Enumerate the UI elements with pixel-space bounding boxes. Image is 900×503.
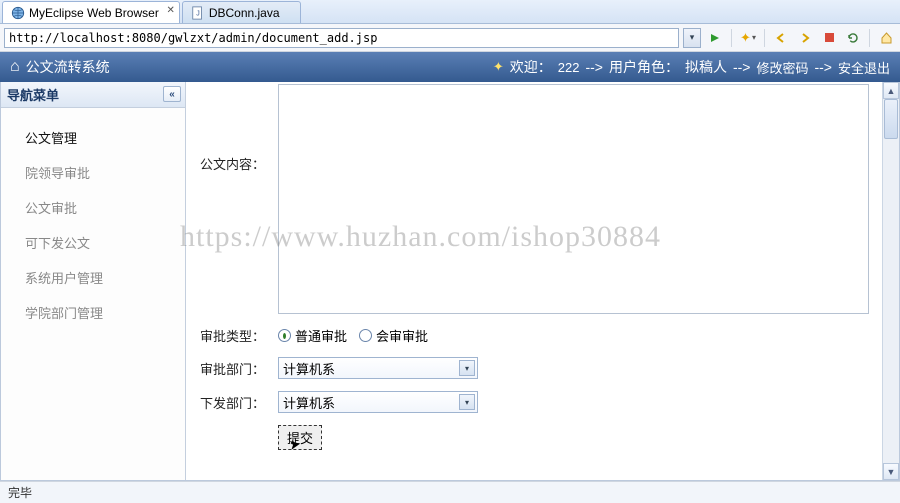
radio-dot-icon bbox=[359, 329, 372, 342]
forward-icon[interactable] bbox=[795, 28, 815, 48]
sidebar-items: 公文管理 院领导审批 公文审批 可下发公文 系统用户管理 学院部门管理 bbox=[1, 108, 185, 330]
radio-joint-approval[interactable]: 会审审批 bbox=[359, 326, 428, 345]
label-approval-type: 审批类型： bbox=[196, 326, 266, 345]
main-area: 导航菜单 « 公文管理 院领导审批 公文审批 可下发公文 系统用户管理 学院部门… bbox=[0, 82, 900, 481]
arrow-sep: --> bbox=[733, 59, 751, 75]
welcome-prefix: 欢迎： bbox=[510, 57, 552, 77]
sidebar-item-doc-approve[interactable]: 公文审批 bbox=[25, 190, 185, 225]
toolbar-separator bbox=[731, 29, 732, 47]
close-icon[interactable]: ✕ bbox=[166, 5, 174, 16]
tab-browser-label: MyEclipse Web Browser bbox=[29, 6, 159, 20]
select-approval-dept-value: 计算机系 bbox=[283, 359, 335, 378]
label-approval-dept: 审批部门： bbox=[196, 359, 266, 378]
home-icon[interactable] bbox=[876, 28, 896, 48]
tab-browser[interactable]: MyEclipse Web Browser ✕ bbox=[2, 1, 180, 23]
label-doc-content: 公文内容： bbox=[196, 84, 266, 173]
go-icon[interactable] bbox=[705, 28, 725, 48]
doc-content-textarea[interactable] bbox=[278, 84, 869, 314]
link-logout[interactable]: 安全退出 bbox=[838, 58, 890, 77]
scroll-up-icon[interactable]: ▲ bbox=[883, 82, 899, 99]
cursor-icon: ➤ bbox=[288, 435, 303, 454]
address-bar[interactable] bbox=[4, 28, 679, 48]
tab-dbconn-label: DBConn.java bbox=[209, 6, 280, 20]
sidebar-item-dept-manage[interactable]: 学院部门管理 bbox=[25, 295, 185, 330]
radio-normal-approval[interactable]: 普通审批 bbox=[278, 326, 347, 345]
radio-joint-approval-label: 会审审批 bbox=[376, 326, 428, 345]
select-approval-dept[interactable]: 计算机系 ▾ bbox=[278, 357, 478, 379]
sidebar-item-dean-approve[interactable]: 院领导审批 bbox=[25, 155, 185, 190]
sidebar-item-user-manage[interactable]: 系统用户管理 bbox=[25, 260, 185, 295]
chevron-down-icon: ▾ bbox=[459, 360, 475, 376]
radio-normal-approval-label: 普通审批 bbox=[295, 326, 347, 345]
vertical-scrollbar[interactable]: ▲ ▼ bbox=[882, 82, 899, 480]
form-panel: 公文内容： 审批类型： 普通审批 会审审批 审批部门： 计算机系 ▾ 下发部门： bbox=[186, 82, 899, 480]
svg-text:J: J bbox=[196, 10, 200, 17]
address-dropdown[interactable]: ▾ bbox=[683, 28, 701, 48]
sidebar-header: 导航菜单 « bbox=[1, 82, 185, 108]
select-issue-dept-value: 计算机系 bbox=[283, 393, 335, 412]
sidebar-collapse-button[interactable]: « bbox=[163, 86, 181, 102]
radio-dot-icon bbox=[278, 329, 291, 342]
arrow-sep: --> bbox=[814, 59, 832, 75]
status-text: 完毕 bbox=[8, 484, 32, 501]
sidebar-item-issuable-docs[interactable]: 可下发公文 bbox=[25, 225, 185, 260]
sidebar-title: 导航菜单 bbox=[7, 85, 59, 104]
favorites-icon[interactable]: ✦▾ bbox=[738, 28, 758, 48]
stop-icon[interactable] bbox=[819, 28, 839, 48]
java-file-icon: J bbox=[191, 6, 205, 20]
status-bar: 完毕 bbox=[0, 481, 900, 503]
chevron-down-icon: ▾ bbox=[459, 394, 475, 410]
browser-toolbar: ▾ ✦▾ bbox=[0, 24, 900, 52]
refresh-icon[interactable] bbox=[843, 28, 863, 48]
role-label: 用户角色： bbox=[609, 57, 679, 77]
submit-button[interactable]: 提交 ➤ bbox=[278, 425, 322, 450]
editor-tabstrip: MyEclipse Web Browser ✕ J DBConn.java bbox=[0, 0, 900, 24]
running-icon: ✦ bbox=[493, 59, 504, 75]
arrow-sep: --> bbox=[585, 59, 603, 75]
sidebar: 导航菜单 « 公文管理 院领导审批 公文审批 可下发公文 系统用户管理 学院部门… bbox=[1, 82, 186, 480]
tab-dbconn[interactable]: J DBConn.java bbox=[182, 1, 301, 23]
role-value: 拟稿人 bbox=[685, 57, 727, 77]
sidebar-item-doc-manage[interactable]: 公文管理 bbox=[25, 120, 185, 155]
label-issue-dept: 下发部门： bbox=[196, 393, 266, 412]
globe-icon bbox=[11, 6, 25, 20]
scroll-down-icon[interactable]: ▼ bbox=[883, 463, 899, 480]
scroll-thumb[interactable] bbox=[884, 99, 898, 139]
toolbar-separator bbox=[764, 29, 765, 47]
toolbar-separator bbox=[869, 29, 870, 47]
select-issue-dept[interactable]: 计算机系 ▾ bbox=[278, 391, 478, 413]
welcome-user: 222 bbox=[558, 60, 580, 75]
home-glyph-icon: ⌂ bbox=[10, 58, 20, 76]
link-change-password[interactable]: 修改密码 bbox=[756, 58, 808, 77]
app-header: ⌂ 公文流转系统 ✦ 欢迎： 222 --> 用户角色： 拟稿人 --> 修改密… bbox=[0, 52, 900, 82]
app-title: 公文流转系统 bbox=[26, 57, 110, 77]
back-icon[interactable] bbox=[771, 28, 791, 48]
